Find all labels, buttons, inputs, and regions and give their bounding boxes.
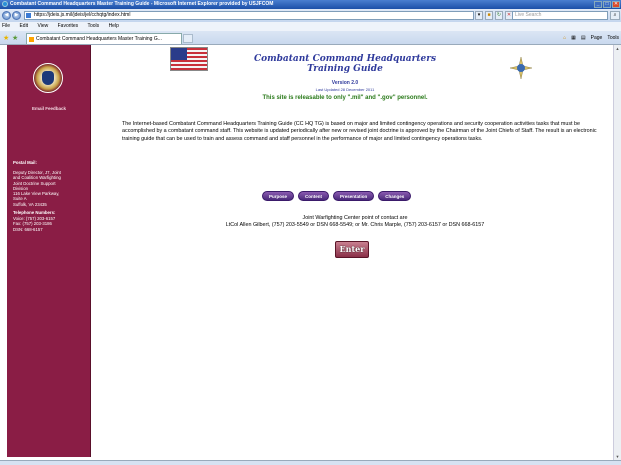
phone-heading: Telephone Numbers:	[13, 210, 56, 215]
changes-button[interactable]: Changes	[378, 191, 412, 201]
forward-button[interactable]: ▶	[12, 11, 21, 20]
purpose-button[interactable]: Purpose	[262, 191, 295, 201]
scroll-up-icon[interactable]: ▲	[614, 45, 621, 52]
flag-canton	[171, 48, 187, 60]
contact-details: LtCol Allen Gilbert, (757) 203-5549 or D…	[225, 222, 485, 228]
version-label: Version 2.0	[331, 80, 359, 86]
favorites-star-icon[interactable]: ★	[3, 34, 9, 42]
tab-favicon-icon	[29, 37, 34, 42]
us-flag-image	[170, 47, 208, 71]
url-input[interactable]: https://jdeis.js.mil/jdeis/jel/cchqtg/in…	[24, 11, 474, 20]
menu-help[interactable]: Help	[109, 23, 119, 29]
scroll-down-icon[interactable]: ▼	[614, 453, 621, 460]
eagle-emblem	[42, 71, 54, 85]
tab-label: Combatant Command Headquarters Master Tr…	[36, 36, 162, 42]
search-icon[interactable]: ⌕	[610, 11, 620, 20]
minimize-button[interactable]: _	[594, 1, 602, 8]
page-favicon-icon	[26, 13, 31, 18]
postal-address: Deputy Director, J7, Joint and Coalition…	[13, 170, 62, 207]
vertical-scrollbar[interactable]: ▲ ▼	[613, 45, 621, 460]
last-updated-label: Last Updated 28 December 2011	[315, 87, 375, 92]
menu-view[interactable]: View	[37, 23, 48, 29]
phone-numbers: Voice: (757) 203-6157 Fax: (757) 203-318…	[13, 216, 56, 232]
back-button[interactable]: ◀	[2, 11, 11, 20]
email-feedback-link[interactable]: Email Feedback	[7, 106, 91, 111]
print-icon[interactable]: ▤	[581, 34, 586, 43]
status-bar	[0, 460, 621, 465]
page-subtitle: Training Guide	[307, 64, 383, 74]
window-title: Combatant Command Headquarters Master Tr…	[10, 1, 274, 7]
menu-tools[interactable]: Tools	[87, 23, 99, 29]
maximize-button[interactable]: □	[603, 1, 611, 8]
address-bar: ◀ ▶ https://jdeis.js.mil/jdeis/jel/cchqt…	[0, 9, 621, 22]
jfcom-seal-icon	[33, 63, 63, 93]
sidebar: Email Feedback Postal Mail: Deputy Direc…	[7, 45, 91, 457]
contact-heading: Joint Warfighting Center point of contac…	[302, 215, 408, 221]
lock-icon[interactable]: ■	[485, 11, 493, 20]
menu-edit[interactable]: Edit	[19, 23, 28, 29]
search-input[interactable]: Live Search	[512, 11, 608, 20]
releasability-notice: This site is releasable to only ".mil" a…	[262, 95, 428, 101]
page-viewport: Email Feedback Postal Mail: Deputy Direc…	[0, 45, 613, 460]
page-title: Combatant Command Headquarters	[253, 54, 437, 64]
close-window-button[interactable]: ✕	[612, 1, 620, 8]
content-button[interactable]: Content	[298, 191, 330, 201]
menu-file[interactable]: File	[2, 23, 10, 29]
feeds-icon[interactable]: ▦	[571, 34, 576, 43]
presentation-button[interactable]: Presentation	[333, 191, 375, 201]
tabs-bar: ★ ★ Combatant Command Headquarters Maste…	[0, 31, 621, 45]
window-titlebar: Combatant Command Headquarters Master Tr…	[0, 0, 621, 9]
command-bar: ⌂ ▦ ▤ Page Tools	[563, 34, 619, 43]
postal-heading: Postal Mail:	[13, 160, 37, 165]
refresh-button[interactable]: ↻	[495, 11, 503, 20]
section-nav: Purpose Content Presentation Changes	[262, 191, 412, 201]
ie-logo-icon	[2, 1, 8, 7]
add-favorites-icon[interactable]: ★	[12, 34, 18, 42]
menu-favorites[interactable]: Favorites	[58, 23, 79, 29]
page-menu[interactable]: Page	[591, 34, 603, 43]
tools-menu[interactable]: Tools	[607, 34, 619, 43]
new-tab-button[interactable]	[183, 34, 193, 43]
home-icon[interactable]: ⌂	[563, 34, 566, 43]
tab-active[interactable]: Combatant Command Headquarters Master Tr…	[26, 33, 182, 44]
menu-bar: File Edit View Favorites Tools Help	[0, 22, 621, 31]
enter-button[interactable]: Enter	[335, 241, 369, 258]
url-text: https://jdeis.js.mil/jdeis/jel/cchqtg/in…	[34, 12, 131, 18]
intro-paragraph: The Internet-based Combatant Command Hea…	[122, 121, 597, 142]
dropdown-arrow-icon[interactable]: ▾	[475, 11, 483, 20]
compass-star-emblem-icon	[509, 56, 533, 80]
